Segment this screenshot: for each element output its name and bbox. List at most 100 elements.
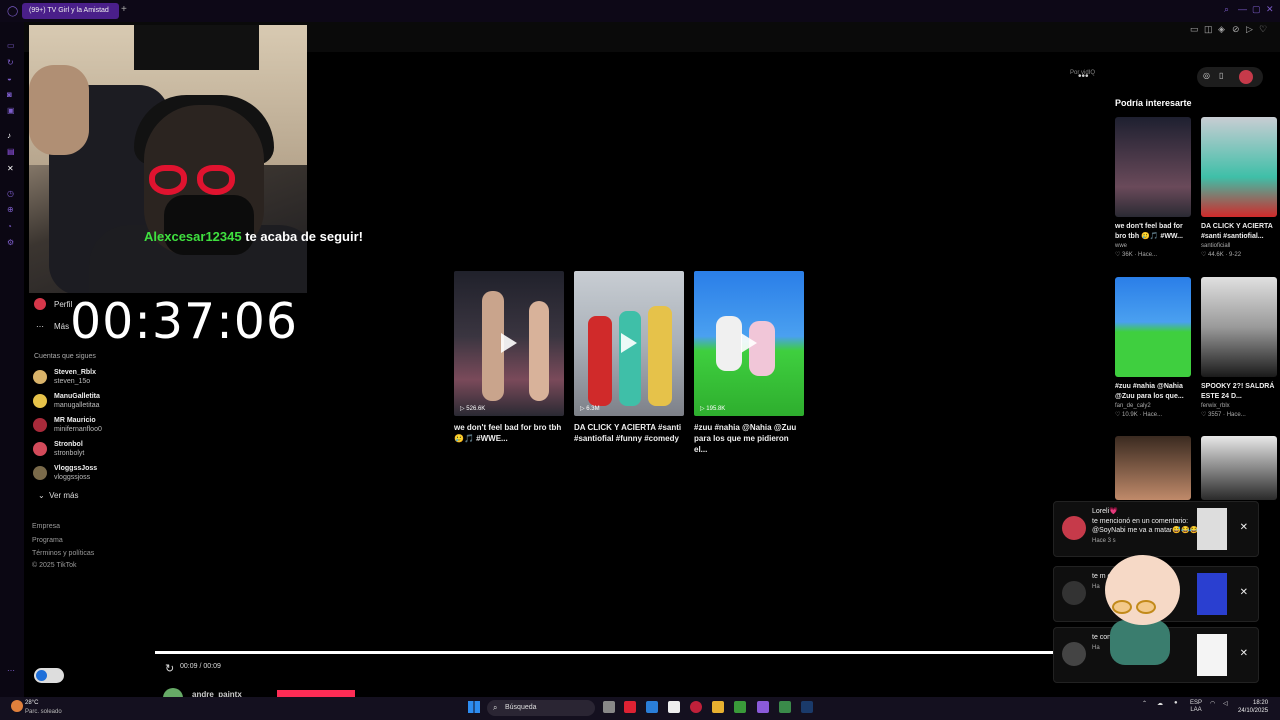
- tiktok-icon[interactable]: ♪: [7, 131, 11, 140]
- bookmark-icon[interactable]: ▭: [1190, 24, 1199, 35]
- footer-copyright: © 2025 TikTok: [32, 562, 77, 569]
- video-card[interactable]: ▷ 195.8K #zuu #nahia @Nahia @Zuu para lo…: [694, 271, 804, 455]
- rec-account[interactable]: santioficiall: [1201, 243, 1277, 249]
- taskbar-clock[interactable]: 18:20 24/10/2025: [1238, 699, 1268, 715]
- download-icon[interactable]: ⊕: [7, 205, 14, 214]
- sidebar-icon-1[interactable]: ▭: [7, 41, 15, 50]
- rec-account[interactable]: fan_de_caly2: [1115, 403, 1191, 409]
- phone-icon[interactable]: ▯: [1219, 71, 1223, 80]
- rec-thumbnail[interactable]: [1115, 436, 1191, 500]
- search-icon[interactable]: ⌕: [1224, 4, 1229, 15]
- weather-icon[interactable]: [11, 700, 23, 712]
- x-icon[interactable]: ✕: [7, 164, 14, 173]
- close-icon[interactable]: ✕: [1240, 522, 1248, 533]
- heart-icon[interactable]: ♡: [1259, 24, 1267, 35]
- video-caption[interactable]: we don't feel bad for bro tbh 🥲🎵 #WWE...: [454, 422, 564, 444]
- capcut-icon[interactable]: [668, 701, 680, 713]
- rec-card[interactable]: DA CLICK Y ACIERTA #santi #santiofial...…: [1201, 117, 1277, 258]
- close-icon[interactable]: ✕: [1240, 587, 1248, 598]
- volume-icon[interactable]: ◁: [1223, 700, 1228, 707]
- profile-avatar[interactable]: [34, 298, 46, 310]
- browser-logo-icon[interactable]: ◯: [7, 6, 18, 17]
- footer-terminos[interactable]: Términos y políticas: [32, 550, 94, 557]
- rec-card[interactable]: we don't feel bad for bro tbh 🥲🎵 #WW... …: [1115, 117, 1191, 258]
- rec-thumbnail[interactable]: [1115, 277, 1191, 377]
- cloud-icon[interactable]: ☁: [1157, 700, 1163, 707]
- task-view-icon[interactable]: [603, 701, 615, 713]
- wifi-icon[interactable]: ◠: [1210, 700, 1215, 707]
- compass-icon[interactable]: ◎: [1203, 71, 1210, 80]
- whatsapp-icon[interactable]: ◙: [7, 90, 12, 99]
- notification-thumbnail[interactable]: [1197, 508, 1227, 550]
- notification-thumbnail[interactable]: [1197, 573, 1227, 615]
- settings-icon[interactable]: ⚙: [7, 238, 14, 247]
- folder-icon[interactable]: [712, 701, 724, 713]
- ver-mas-button[interactable]: ⌄ Ver más: [38, 491, 79, 500]
- app-icon[interactable]: [779, 701, 791, 713]
- account-handle: manugalletitaa: [54, 402, 100, 409]
- following-account[interactable]: VloggssJoss vloggssjoss: [33, 463, 143, 485]
- history-icon[interactable]: ↻: [7, 58, 14, 67]
- video-thumbnail[interactable]: ▷ 6.3M: [574, 271, 684, 416]
- close-icon[interactable]: ✕: [1240, 648, 1248, 659]
- vscode-icon[interactable]: [646, 701, 658, 713]
- language-indicator[interactable]: ESP LAA: [1190, 700, 1202, 714]
- notification-body: te mencionó en un comentario: @SoyNabi m…: [1092, 517, 1199, 535]
- messenger-icon[interactable]: ◒: [7, 74, 12, 83]
- new-tab-button[interactable]: +: [121, 4, 127, 15]
- video-thumbnail[interactable]: ▷ 526.6K: [454, 271, 564, 416]
- rec-account[interactable]: ferwix_rblx: [1201, 403, 1277, 409]
- steam-icon[interactable]: [801, 701, 813, 713]
- close-window-button[interactable]: ✕: [1266, 4, 1274, 15]
- notes-icon[interactable]: ▣: [7, 106, 15, 115]
- more-options-icon[interactable]: •••: [1078, 71, 1089, 82]
- video-card[interactable]: ▷ 526.6K we don't feel bad for bro tbh 🥲…: [454, 271, 564, 444]
- theme-toggle[interactable]: [34, 668, 64, 683]
- footer-empresa[interactable]: Empresa: [32, 523, 60, 530]
- replay-icon[interactable]: ↻: [165, 662, 174, 675]
- extension-icon[interactable]: ◫: [1204, 24, 1213, 35]
- minecraft-icon[interactable]: [734, 701, 746, 713]
- taskbar-search[interactable]: ⌕ Búsqueda: [487, 700, 595, 716]
- rec-thumbnail[interactable]: [1201, 117, 1277, 217]
- windows-start-icon[interactable]: [468, 701, 480, 713]
- twitch-icon[interactable]: ▤: [7, 147, 15, 156]
- play-icon[interactable]: ▷: [1246, 24, 1253, 35]
- rec-account[interactable]: wwe: [1115, 243, 1191, 249]
- history2-icon[interactable]: ◔: [7, 222, 12, 231]
- following-account[interactable]: Steven_Rblx steven_15o: [33, 367, 143, 389]
- video-caption[interactable]: DA CLICK Y ACIERTA #santi #santiofial #f…: [574, 422, 684, 444]
- rail-more-icon[interactable]: ⋯: [7, 666, 15, 675]
- browser-tab[interactable]: (99+) TV Girl y la Amistad: [22, 3, 119, 19]
- view-count: ▷ 526.6K: [460, 406, 486, 412]
- video-caption[interactable]: #zuu #nahia @Nahia @Zuu para los que me …: [694, 422, 804, 455]
- user-avatar[interactable]: [1239, 70, 1253, 84]
- video-progress-bar[interactable]: [155, 651, 1053, 654]
- discord-icon[interactable]: [757, 701, 769, 713]
- account-name: Stronbol: [54, 441, 83, 448]
- sidebar-mas[interactable]: Más: [54, 322, 69, 331]
- rec-thumbnail[interactable]: [1201, 277, 1277, 377]
- notification[interactable]: Loreli💗 te mencionó en un comentario: @So…: [1053, 501, 1259, 557]
- app-icon[interactable]: [624, 701, 636, 713]
- following-account[interactable]: MR Mauricio minifernanfloo0: [33, 415, 143, 437]
- opera-icon[interactable]: [690, 701, 702, 713]
- maximize-button[interactable]: ▢: [1252, 4, 1261, 15]
- footer-programa[interactable]: Programa: [32, 537, 63, 544]
- minimize-button[interactable]: —: [1238, 4, 1247, 14]
- chevron-up-icon[interactable]: ⌃: [1142, 700, 1147, 707]
- video-card[interactable]: ▷ 6.3M DA CLICK Y ACIERTA #santi #santio…: [574, 271, 684, 444]
- notification-thumbnail[interactable]: [1197, 634, 1227, 676]
- rec-card[interactable]: SPOOKY 2?! SALDRÁ ESTE 24 D... ferwix_rb…: [1201, 277, 1277, 418]
- avatar: [33, 466, 47, 480]
- rec-thumbnail[interactable]: [1115, 117, 1191, 217]
- following-account[interactable]: ManuGalletita manugalletitaa: [33, 391, 143, 413]
- video-thumbnail[interactable]: ▷ 195.8K: [694, 271, 804, 416]
- shield-icon[interactable]: ◈: [1218, 24, 1225, 35]
- mic-icon[interactable]: ●: [1174, 700, 1178, 706]
- following-account[interactable]: Stronbol stronbolyt: [33, 439, 143, 461]
- rec-thumbnail[interactable]: [1201, 436, 1277, 500]
- block-icon[interactable]: ⊘: [1232, 24, 1240, 35]
- rec-card[interactable]: #zuu #nahia @Nahia @Zuu para los que... …: [1115, 277, 1191, 418]
- clock-icon[interactable]: ◷: [7, 189, 14, 198]
